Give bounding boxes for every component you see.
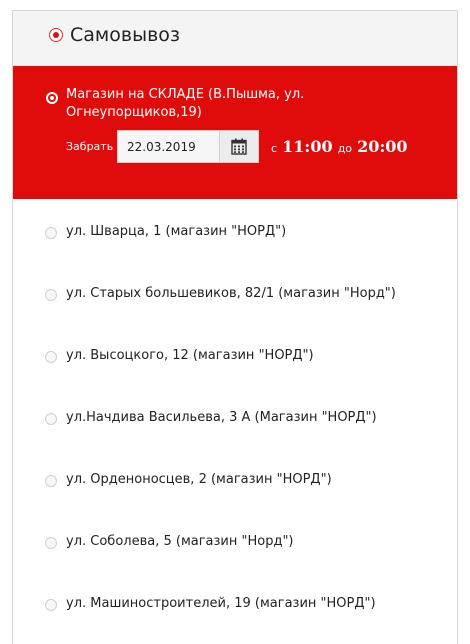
pickup-date-input[interactable] [117, 130, 220, 163]
store-option[interactable]: ул. Высоцкого, 12 (магазин "НОРД") [13, 341, 457, 371]
calendar-icon [231, 138, 247, 155]
store-option[interactable]: ул. Старых большевиков, 82/1 (магазин "Н… [13, 279, 457, 309]
pickup-date-label: Забрать [66, 140, 114, 153]
selected-store-option[interactable]: Магазин на СКЛАДЕ (В.Пышма, ул. Огнеупор… [13, 66, 457, 199]
pickup-panel: Самовывоз Магазин на СКЛАДЕ (В.Пышма, ул… [12, 10, 458, 644]
store-radio[interactable] [45, 351, 57, 363]
store-option[interactable]: ул. Машиностроителей, 19 (магазин "НОРД"… [13, 589, 457, 619]
store-radio[interactable] [45, 227, 57, 239]
store-option[interactable]: ул.Начдива Васильева, 3 А (Магазин "НОРД… [13, 403, 457, 433]
time-to: 20:00 [357, 137, 408, 156]
store-option[interactable]: ул. Орденоносцев, 2 (магазин "НОРД") [13, 465, 457, 495]
store-option-label: ул.Начдива Васильева, 3 А (Магазин "НОРД… [66, 410, 377, 425]
store-option-label: ул. Шварца, 1 (магазин "НОРД") [66, 224, 287, 239]
time-from-word: с [271, 142, 278, 155]
store-option-label: ул. Соболева, 5 (магазин "Норд") [66, 534, 294, 549]
store-radio[interactable] [45, 599, 57, 611]
store-option-label: ул. Высоцкого, 12 (магазин "НОРД") [66, 348, 314, 363]
selected-store-label: Магазин на СКЛАДЕ (В.Пышма, ул. Огнеупор… [66, 87, 305, 120]
store-option[interactable]: ул. Соболева, 5 (магазин "Норд") [13, 527, 457, 557]
store-option-label: ул. Орденоносцев, 2 (магазин "НОРД") [66, 472, 332, 487]
store-option-label: ул. Старых большевиков, 82/1 (магазин "Н… [66, 286, 396, 301]
store-radio[interactable] [45, 413, 57, 425]
store-radio[interactable] [45, 537, 57, 549]
pickup-method-radio[interactable] [49, 28, 63, 42]
pickup-header[interactable]: Самовывоз [13, 11, 457, 66]
store-option[interactable]: ул. Шварца, 1 (магазин "НОРД") [13, 217, 457, 247]
pickup-time-range: с 11:00 до 20:00 [271, 136, 408, 160]
time-from: 11:00 [282, 137, 333, 156]
store-radio-selected[interactable] [46, 92, 58, 104]
pickup-title: Самовывоз [70, 24, 180, 46]
time-to-word: до [337, 142, 353, 155]
store-radio[interactable] [45, 475, 57, 487]
calendar-button[interactable] [219, 130, 259, 163]
store-option-label: ул. Машиностроителей, 19 (магазин "НОРД"… [66, 596, 376, 611]
store-radio[interactable] [45, 289, 57, 301]
